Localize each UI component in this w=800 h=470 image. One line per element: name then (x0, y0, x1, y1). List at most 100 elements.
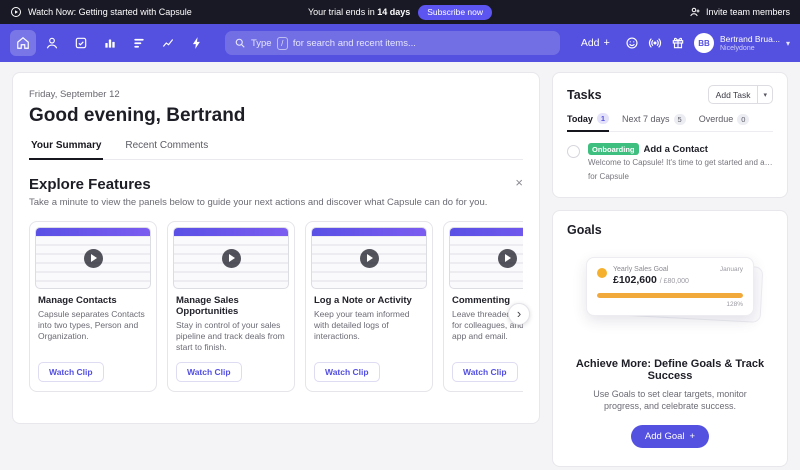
announcement-bar: Watch Now: Getting started with Capsule … (0, 0, 800, 24)
support-button[interactable] (625, 36, 639, 50)
coin-icon (597, 267, 607, 278)
feature-title: Manage Contacts (38, 295, 117, 306)
plus-icon: + (689, 431, 696, 443)
search-input[interactable]: Type / for search and recent items... (225, 31, 560, 55)
user-identity: Bertrand Brua... Nicelydone (720, 34, 780, 51)
add-task-button[interactable]: Add Task ▾ (707, 85, 773, 104)
greeting-heading: Good evening, Bertrand (29, 105, 246, 126)
user-name: Bertrand Brua... (719, 34, 780, 45)
play-overlay-icon (221, 248, 241, 268)
nav-analytics-button[interactable] (155, 30, 181, 56)
play-overlay-icon (359, 248, 379, 268)
tasks-tab-next7days[interactable]: Next 7 days 5 (622, 113, 686, 131)
tasks-tab-today[interactable]: Today 1 (567, 113, 610, 132)
feature-title: Log a Note or Activity (314, 295, 412, 306)
summary-panel: Friday, September 12 Good evening, Bertr… (12, 72, 540, 424)
slash-keycap: / (276, 36, 288, 50)
goals-title: Goals (567, 222, 602, 237)
user-menu[interactable]: BB Bertrand Brua... Nicelydone ▾ (693, 33, 790, 53)
whats-new-button[interactable] (648, 36, 662, 50)
nav-people-button[interactable] (39, 30, 65, 56)
explore-subtitle: Take a minute to view the panels below t… (29, 197, 488, 208)
trial-text: Your trial ends in 14 days (308, 7, 410, 17)
goal-month-label: January (719, 265, 743, 273)
subscribe-button[interactable]: Subscribe now (418, 4, 493, 20)
goal-progress-bar (597, 292, 743, 298)
funnel-list-icon (134, 38, 144, 48)
task-checkbox[interactable] (567, 145, 580, 158)
tasks-title: Tasks (567, 87, 602, 102)
nav-projects-button[interactable] (126, 30, 152, 56)
checkbox-icon (75, 37, 87, 49)
goals-illustration: Yearly Sales Goal £102,600 / £80,000 Jan… (567, 249, 773, 345)
goals-heading: Achieve More: Define Goals & Track Succe… (575, 357, 765, 382)
nav-sales-button[interactable] (97, 30, 123, 56)
video-thumbnail[interactable] (449, 227, 523, 289)
chevron-down-icon[interactable]: ▾ (757, 86, 772, 103)
invite-team-link[interactable]: Invite team members (492, 6, 790, 18)
watch-now-link[interactable]: Watch Now: Getting started with Capsule (10, 6, 308, 18)
add-button[interactable]: Add + (575, 33, 616, 53)
broadcast-icon (648, 38, 662, 48)
task-description-line2: for Capsule (588, 171, 629, 181)
play-icon (10, 6, 22, 18)
search-icon (235, 38, 245, 48)
carousel-next-button[interactable]: › (508, 303, 530, 325)
thumbnail-app-bar (174, 228, 288, 236)
line-chart-icon (162, 39, 174, 47)
tasks-tabs: Today 1 Next 7 days 5 Overdue 0 (567, 113, 773, 132)
close-icon[interactable]: × (515, 176, 523, 189)
trial-banner: Your trial ends in 14 days Subscribe now (308, 4, 493, 20)
thumbnail-app-bar (450, 228, 523, 236)
video-thumbnail[interactable] (173, 227, 289, 289)
plus-icon: + (603, 37, 610, 49)
nav-tasks-button[interactable] (68, 30, 94, 56)
summary-tabs: Your Summary Recent Comments (29, 140, 523, 160)
video-thumbnail[interactable] (35, 227, 151, 289)
smiley-icon (626, 37, 638, 49)
thumbnail-app-bar (36, 228, 150, 236)
watch-clip-button[interactable]: Watch Clip (176, 361, 242, 382)
add-goal-button[interactable]: Add Goal + (630, 425, 710, 449)
invite-team-label: Invite team members (705, 7, 790, 17)
play-overlay-icon (83, 248, 103, 268)
navbar-right-cluster: Add + BB Bertrand Brua... Nicelydone ▾ (575, 33, 790, 53)
task-item[interactable]: Onboarding Add a Contact Welcome to Caps… (567, 132, 773, 183)
add-task-label: Add Task (715, 89, 751, 100)
feature-card: Manage Sales Opportunities Stay in contr… (167, 221, 295, 392)
tasks-tab-overdue[interactable]: Overdue 0 (699, 113, 750, 131)
task-description-line1: Welcome to Capsule! It's time to get sta… (588, 158, 773, 167)
feature-card: Manage Contacts Capsule separates Contac… (29, 221, 157, 392)
goal-percent: 128% (726, 300, 743, 308)
rewards-button[interactable] (671, 36, 685, 50)
feature-card: Log a Note or Activity Keep your team in… (305, 221, 433, 392)
chevron-down-icon: ▾ (785, 38, 790, 48)
home-icon (17, 36, 29, 49)
watch-clip-button[interactable]: Watch Clip (452, 361, 518, 382)
tasks-tab-label: Overdue (698, 114, 734, 124)
task-body: Onboarding Add a Contact Welcome to Caps… (588, 143, 773, 183)
nav-home-button[interactable] (10, 30, 36, 56)
tab-recent-comments[interactable]: Recent Comments (123, 140, 210, 159)
goals-description: Use Goals to set clear targets, monitor … (593, 388, 747, 411)
person-add-icon (689, 6, 701, 18)
video-thumbnail[interactable] (311, 227, 427, 289)
tasks-tab-label: Today (567, 113, 593, 124)
goals-panel: Goals Yearly Sales Goal £102,600 / £80,0… (552, 209, 788, 468)
feature-carousel: Manage Contacts Capsule separates Contac… (29, 221, 523, 392)
goal-label: Yearly Sales Goal (613, 265, 669, 273)
watch-clip-button[interactable]: Watch Clip (38, 361, 104, 382)
right-column: Tasks Add Task ▾ Today 1 Next 7 days 5 O… (552, 72, 788, 468)
tab-your-summary[interactable]: Your Summary (29, 140, 104, 160)
explore-header: Explore Features Take a minute to view t… (29, 176, 523, 208)
search-placeholder-hint: for search and recent items... (292, 37, 416, 49)
task-title: Add a Contact (643, 143, 708, 155)
feature-title: Commenting (452, 295, 511, 306)
explore-title: Explore Features (29, 176, 151, 193)
watch-now-label: Watch Now: Getting started with Capsule (28, 7, 192, 17)
nav-workflows-button[interactable] (184, 30, 210, 56)
feature-description: Capsule separates Contacts into two type… (38, 309, 145, 342)
status-badge: Onboarding (588, 143, 639, 155)
watch-clip-button[interactable]: Watch Clip (314, 361, 380, 382)
feature-title: Manage Sales Opportunities (176, 295, 239, 317)
